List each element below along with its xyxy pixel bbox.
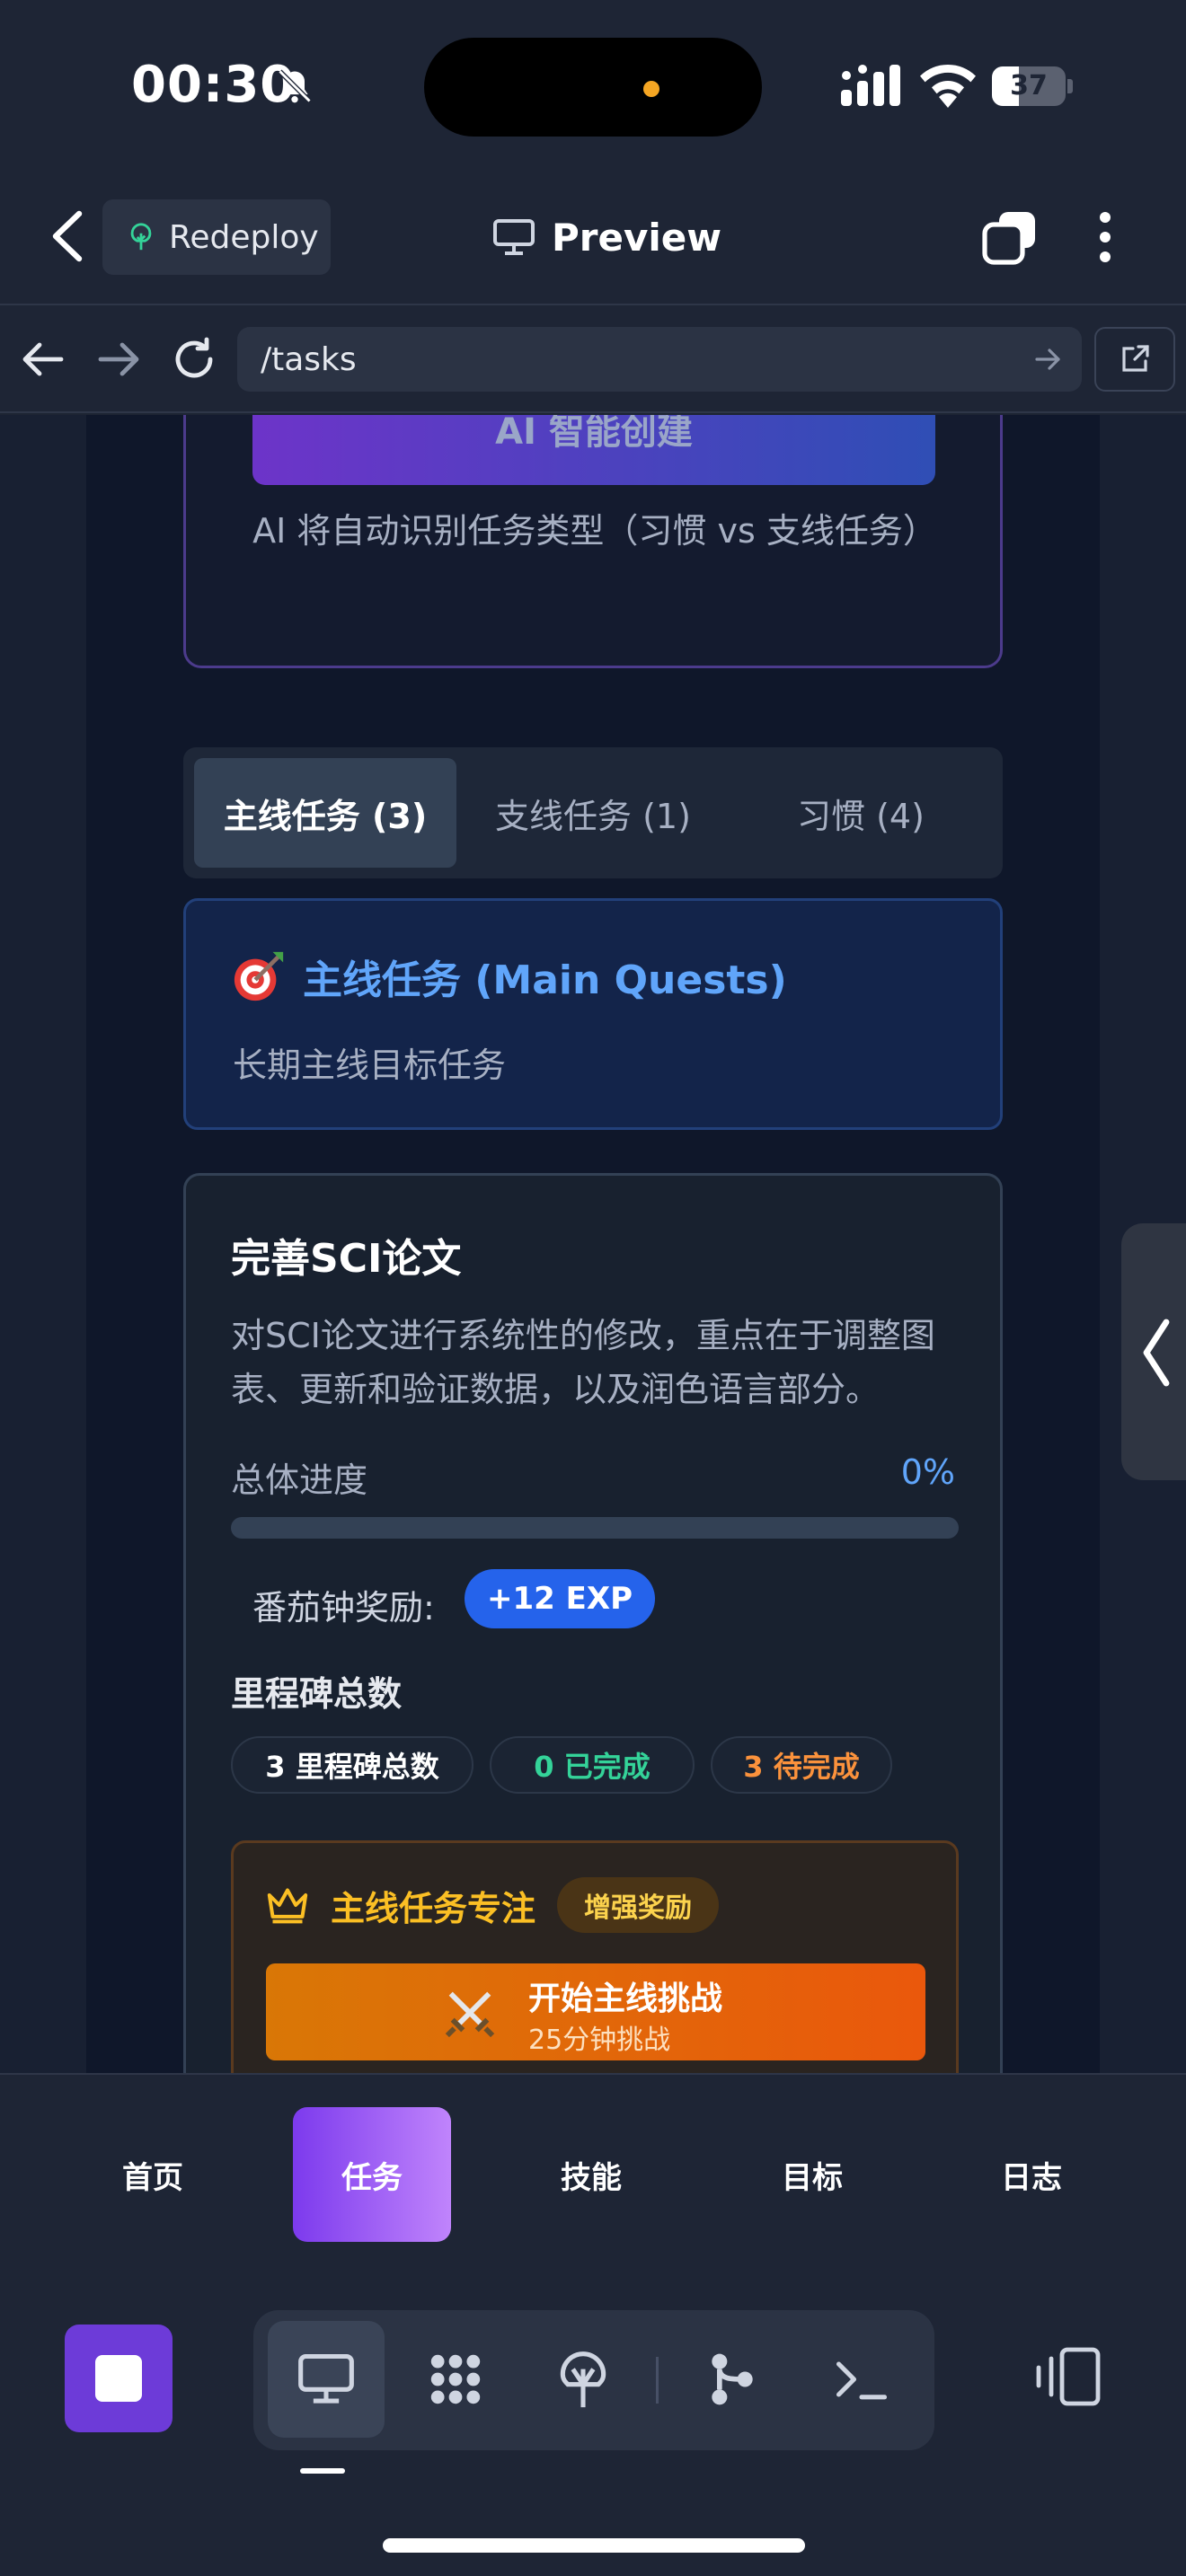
tree-icon bbox=[130, 223, 152, 251]
nav-home[interactable]: 首页 bbox=[74, 2107, 232, 2242]
ai-create-card: AI 智能创建 AI 将自动识别任务类型（习惯 vs 支线任务） bbox=[183, 415, 1003, 668]
task-type-tabs: 主线任务 (3) 支线任务 (1) 习惯 (4) bbox=[183, 747, 1003, 878]
ai-create-button[interactable]: AI 智能创建 bbox=[252, 415, 935, 485]
stop-icon bbox=[95, 2355, 142, 2402]
status-bar: 00:30 37 bbox=[0, 0, 1186, 171]
tab-habits[interactable]: 习惯 (4) bbox=[730, 758, 992, 868]
preview-title: Preview bbox=[492, 210, 721, 264]
dock-separator bbox=[656, 2357, 659, 2404]
go-arrow-icon[interactable] bbox=[1033, 345, 1062, 374]
shell-tool-button[interactable] bbox=[803, 2321, 920, 2438]
nav-skills[interactable]: 技能 bbox=[512, 2107, 670, 2242]
focus-header: 主线任务专注 增强奖励 bbox=[266, 1877, 720, 1933]
milestones-title: 里程碑总数 bbox=[231, 1674, 403, 1714]
nav-goals[interactable]: 目标 bbox=[733, 2107, 891, 2242]
branch-icon bbox=[712, 2353, 753, 2405]
ai-create-label: AI 智能创建 bbox=[495, 415, 693, 453]
monitor-icon bbox=[493, 219, 535, 255]
progress-value: 0% bbox=[900, 1452, 955, 1492]
chip-completed: 0 已完成 bbox=[490, 1736, 695, 1794]
start-main-challenge-button[interactable]: 开始主线挑战 25分钟挑战 bbox=[266, 1963, 925, 2060]
redeploy-button[interactable]: Redeploy bbox=[102, 199, 331, 275]
apps-tool-button[interactable] bbox=[397, 2321, 514, 2438]
start-challenge-label: 开始主线挑战 bbox=[528, 1981, 723, 2017]
task-title: 完善SCI论文 bbox=[231, 1236, 462, 1282]
reward-label: 番茄钟奖励: bbox=[252, 1588, 435, 1628]
preview-viewport[interactable]: AI 智能创建 AI 将自动识别任务类型（习惯 vs 支线任务） 主线任务 (3… bbox=[0, 415, 1186, 2073]
deploy-tool-button[interactable] bbox=[525, 2321, 642, 2438]
boost-reward-badge: 增强奖励 bbox=[557, 1877, 720, 1933]
status-time: 00:30 bbox=[131, 56, 296, 114]
battery-percent: 37 bbox=[1010, 70, 1048, 101]
main-quest-banner: 主线任务 (Main Quests) 长期主线目标任务 bbox=[183, 898, 1003, 1130]
url-text: /tasks bbox=[261, 340, 357, 378]
tree-icon bbox=[560, 2351, 606, 2408]
battery-indicator: 37 bbox=[992, 66, 1073, 106]
stop-button[interactable] bbox=[65, 2325, 173, 2432]
app-bottom-nav: 首页 任务 技能 目标 日志 bbox=[0, 2073, 1186, 2269]
banner-subtitle: 长期主线目标任务 bbox=[233, 1045, 507, 1085]
exp-reward-badge: +12 EXP bbox=[465, 1569, 655, 1628]
nav-tasks[interactable]: 任务 bbox=[293, 2107, 451, 2242]
task-description: 对SCI论文进行系统性的修改，重点在于调整图表、更新和验证数据，以及润色语言部分… bbox=[231, 1316, 935, 1409]
url-bar: /tasks bbox=[0, 305, 1186, 413]
task-card[interactable]: 完善SCI论文 对SCI论文进行系统性的修改，重点在于调整图表、更新和验证数据，… bbox=[183, 1173, 1003, 2073]
nav-journal[interactable]: 日志 bbox=[952, 2107, 1111, 2242]
dock-toolbar bbox=[253, 2310, 934, 2450]
arrow-right-icon[interactable] bbox=[95, 336, 142, 383]
dynamic-island bbox=[424, 38, 762, 137]
tab-main-quests[interactable]: 主线任务 (3) bbox=[194, 758, 456, 868]
home-indicator[interactable] bbox=[383, 2538, 805, 2553]
url-input[interactable]: /tasks bbox=[237, 327, 1082, 392]
bottom-dock bbox=[0, 2269, 1186, 2576]
redeploy-label: Redeploy bbox=[169, 218, 319, 256]
active-tool-indicator bbox=[300, 2468, 345, 2474]
preview-header: Redeploy Preview bbox=[0, 171, 1186, 305]
main-quest-focus-box: 主线任务专注 增强奖励 开始主线挑战 25分钟挑战 bbox=[231, 1840, 959, 2073]
chevron-left-icon bbox=[1143, 1319, 1170, 1387]
start-challenge-duration: 25分钟挑战 bbox=[528, 2025, 671, 2056]
banner-title: 主线任务 (Main Quests) bbox=[231, 948, 787, 1005]
ai-hint-text: AI 将自动识别任务类型（习惯 vs 支线任务） bbox=[252, 511, 937, 551]
monitor-icon bbox=[298, 2353, 354, 2404]
open-external-button[interactable] bbox=[1094, 327, 1175, 392]
tab-side-quests[interactable]: 支线任务 (1) bbox=[462, 758, 724, 868]
crown-icon bbox=[267, 1888, 308, 1924]
grid-dots-icon bbox=[430, 2354, 481, 2404]
swords-icon bbox=[445, 1991, 495, 2038]
signal-icon bbox=[841, 65, 900, 106]
side-panel-handle[interactable] bbox=[1121, 1223, 1186, 1480]
git-tool-button[interactable] bbox=[674, 2321, 791, 2438]
recording-dot bbox=[643, 81, 659, 97]
external-link-icon bbox=[1122, 345, 1149, 372]
progress-bar bbox=[231, 1517, 959, 1539]
wifi-icon bbox=[920, 64, 976, 108]
preview-tool-button[interactable] bbox=[268, 2321, 385, 2438]
banner-title-text: 主线任务 (Main Quests) bbox=[303, 957, 787, 1003]
page-title: Preview bbox=[552, 215, 722, 260]
arrow-left-icon[interactable] bbox=[20, 336, 66, 383]
chip-pending: 3 待完成 bbox=[711, 1736, 892, 1794]
more-icon[interactable] bbox=[1084, 208, 1127, 266]
copy-icon[interactable] bbox=[981, 208, 1039, 266]
bell-muted-icon bbox=[278, 69, 312, 103]
terminal-icon bbox=[836, 2361, 888, 2400]
chip-milestones-total: 3 里程碑总数 bbox=[231, 1736, 474, 1794]
panel-icon[interactable] bbox=[1033, 2344, 1102, 2409]
reload-icon[interactable] bbox=[171, 336, 217, 383]
focus-title: 主线任务专注 bbox=[331, 1888, 536, 1928]
progress-label: 总体进度 bbox=[231, 1460, 368, 1500]
target-icon bbox=[234, 951, 284, 1001]
chevron-left-icon[interactable] bbox=[45, 208, 90, 264]
